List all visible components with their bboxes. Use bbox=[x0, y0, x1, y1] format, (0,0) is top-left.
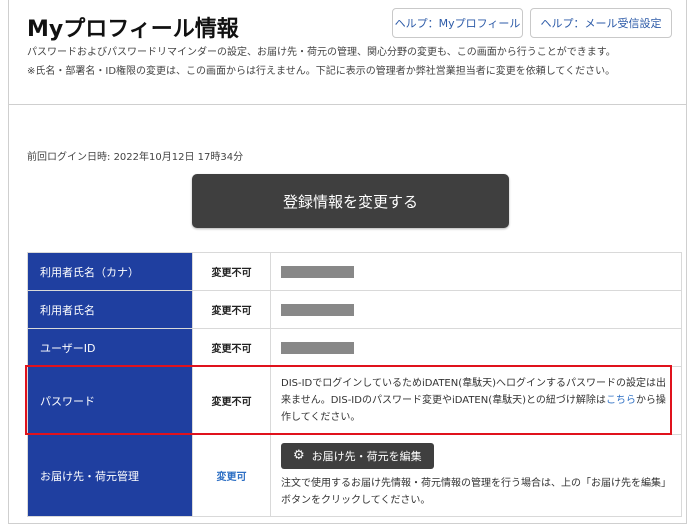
row-value: DIS-IDでログインしているためiDATEN(韋駄天)へログインするパスワード… bbox=[270, 366, 682, 435]
page-title: Myプロフィール情報 bbox=[27, 17, 239, 42]
row-status: 変更不可 bbox=[192, 252, 271, 291]
row-value bbox=[270, 328, 682, 367]
last-login-label: 前回ログイン日時: bbox=[27, 152, 111, 163]
edit-delivery-label: お届け先・荷元を編集 bbox=[311, 449, 422, 463]
masked-value bbox=[281, 342, 354, 354]
table-row: 利用者氏名 変更不可 bbox=[27, 290, 682, 329]
help-mail-settings-button[interactable]: ヘルプ：メール受信設定 bbox=[530, 8, 672, 38]
row-status: 変更不可 bbox=[192, 290, 271, 329]
edit-delivery-button[interactable]: ⚙ お届け先・荷元を編集 bbox=[281, 442, 434, 469]
row-label-user-id: ユーザーID bbox=[27, 328, 193, 367]
row-value: ⚙ お届け先・荷元を編集 注文で使用するお届け先情報・荷元情報の管理を行う場合は… bbox=[270, 434, 682, 517]
table-row-password: パスワード 変更不可 DIS-IDでログインしているためiDATEN(韋駄天)へ… bbox=[27, 366, 682, 435]
table-row: 利用者氏名（カナ） 変更不可 bbox=[27, 252, 682, 291]
change-registration-button[interactable]: 登録情報を変更する bbox=[192, 174, 509, 228]
password-settings-link[interactable]: こちら bbox=[606, 395, 636, 406]
row-value bbox=[270, 290, 682, 329]
header-divider bbox=[8, 104, 687, 105]
gear-icon: ⚙ bbox=[293, 448, 305, 463]
description-line-1: パスワードおよびパスワードリマインダーの設定、お届け先・荷元の管理、関心分野の変… bbox=[27, 47, 616, 58]
row-label-name-kana: 利用者氏名（カナ） bbox=[27, 252, 193, 291]
password-notice: DIS-IDでログインしているためiDATEN(韋駄天)へログインするパスワード… bbox=[281, 375, 673, 426]
row-status: 変更不可 bbox=[192, 328, 271, 367]
delivery-note: 注文で使用するお届け先情報・荷元情報の管理を行う場合は、上の「お届け先を編集」ボ… bbox=[281, 477, 671, 506]
table-row-delivery: お届け先・荷元管理 変更可 ⚙ お届け先・荷元を編集 注文で使用するお届け先情報… bbox=[27, 434, 682, 517]
row-value bbox=[270, 252, 682, 291]
row-label-name: 利用者氏名 bbox=[27, 290, 193, 329]
row-label-delivery: お届け先・荷元管理 bbox=[27, 434, 193, 517]
row-status: 変更可 bbox=[192, 434, 271, 517]
masked-value bbox=[281, 304, 354, 316]
help-profile-button[interactable]: ヘルプ：Myプロフィール bbox=[392, 8, 523, 38]
table-row: ユーザーID 変更不可 bbox=[27, 328, 682, 367]
description-line-2: ※氏名・部署名・ID権限の変更は、この画面からは行えません。下記に表示の管理者か… bbox=[27, 66, 616, 77]
last-login-value: 2022年10月12日 17時34分 bbox=[113, 152, 244, 163]
last-login: 前回ログイン日時: 2022年10月12日 17時34分 bbox=[27, 148, 243, 163]
profile-table: 利用者氏名（カナ） 変更不可 利用者氏名 変更不可 ユーザーID 変更不可 パス… bbox=[27, 252, 682, 517]
row-status: 変更不可 bbox=[192, 366, 271, 435]
masked-value bbox=[281, 266, 354, 278]
row-label-password: パスワード bbox=[27, 366, 193, 435]
